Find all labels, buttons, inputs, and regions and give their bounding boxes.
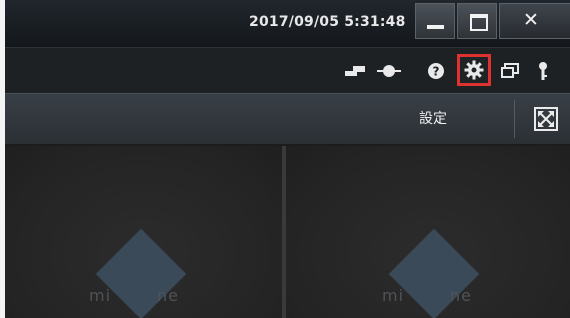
maximize-icon bbox=[470, 14, 488, 31]
application-window: 2017/09/05 5:31:48 ✕ ? 設定 mi ne mi ne bbox=[5, 0, 570, 318]
settings-tab-label[interactable]: 設定 bbox=[419, 108, 447, 128]
video-pane-1[interactable]: mi ne bbox=[5, 146, 282, 318]
help-icon[interactable]: ? bbox=[425, 58, 447, 84]
connection-icon[interactable] bbox=[376, 58, 402, 84]
settings-button[interactable] bbox=[457, 54, 491, 86]
fit-to-window-icon[interactable] bbox=[533, 106, 559, 132]
maximize-button[interactable] bbox=[457, 3, 497, 39]
toolbar: ? bbox=[5, 47, 570, 93]
settings-icon bbox=[464, 60, 484, 80]
title-bar: 2017/09/05 5:31:48 ✕ bbox=[5, 0, 570, 47]
watermark-logo: mi ne bbox=[382, 286, 473, 305]
minimize-button[interactable] bbox=[415, 3, 455, 39]
watermark-logo: mi ne bbox=[89, 286, 180, 305]
minimize-icon bbox=[427, 25, 444, 29]
close-button[interactable]: ✕ bbox=[499, 3, 570, 39]
svg-text:?: ? bbox=[433, 65, 440, 79]
header-divider bbox=[514, 100, 515, 138]
window-layout-icon[interactable] bbox=[500, 58, 520, 84]
video-pane-2[interactable]: mi ne bbox=[286, 146, 570, 318]
device-icon[interactable] bbox=[343, 58, 367, 84]
datetime-display: 2017/09/05 5:31:48 bbox=[249, 14, 406, 30]
close-icon: ✕ bbox=[523, 9, 539, 31]
header-bar: 設定 bbox=[5, 93, 570, 144]
key-icon[interactable] bbox=[535, 58, 551, 84]
